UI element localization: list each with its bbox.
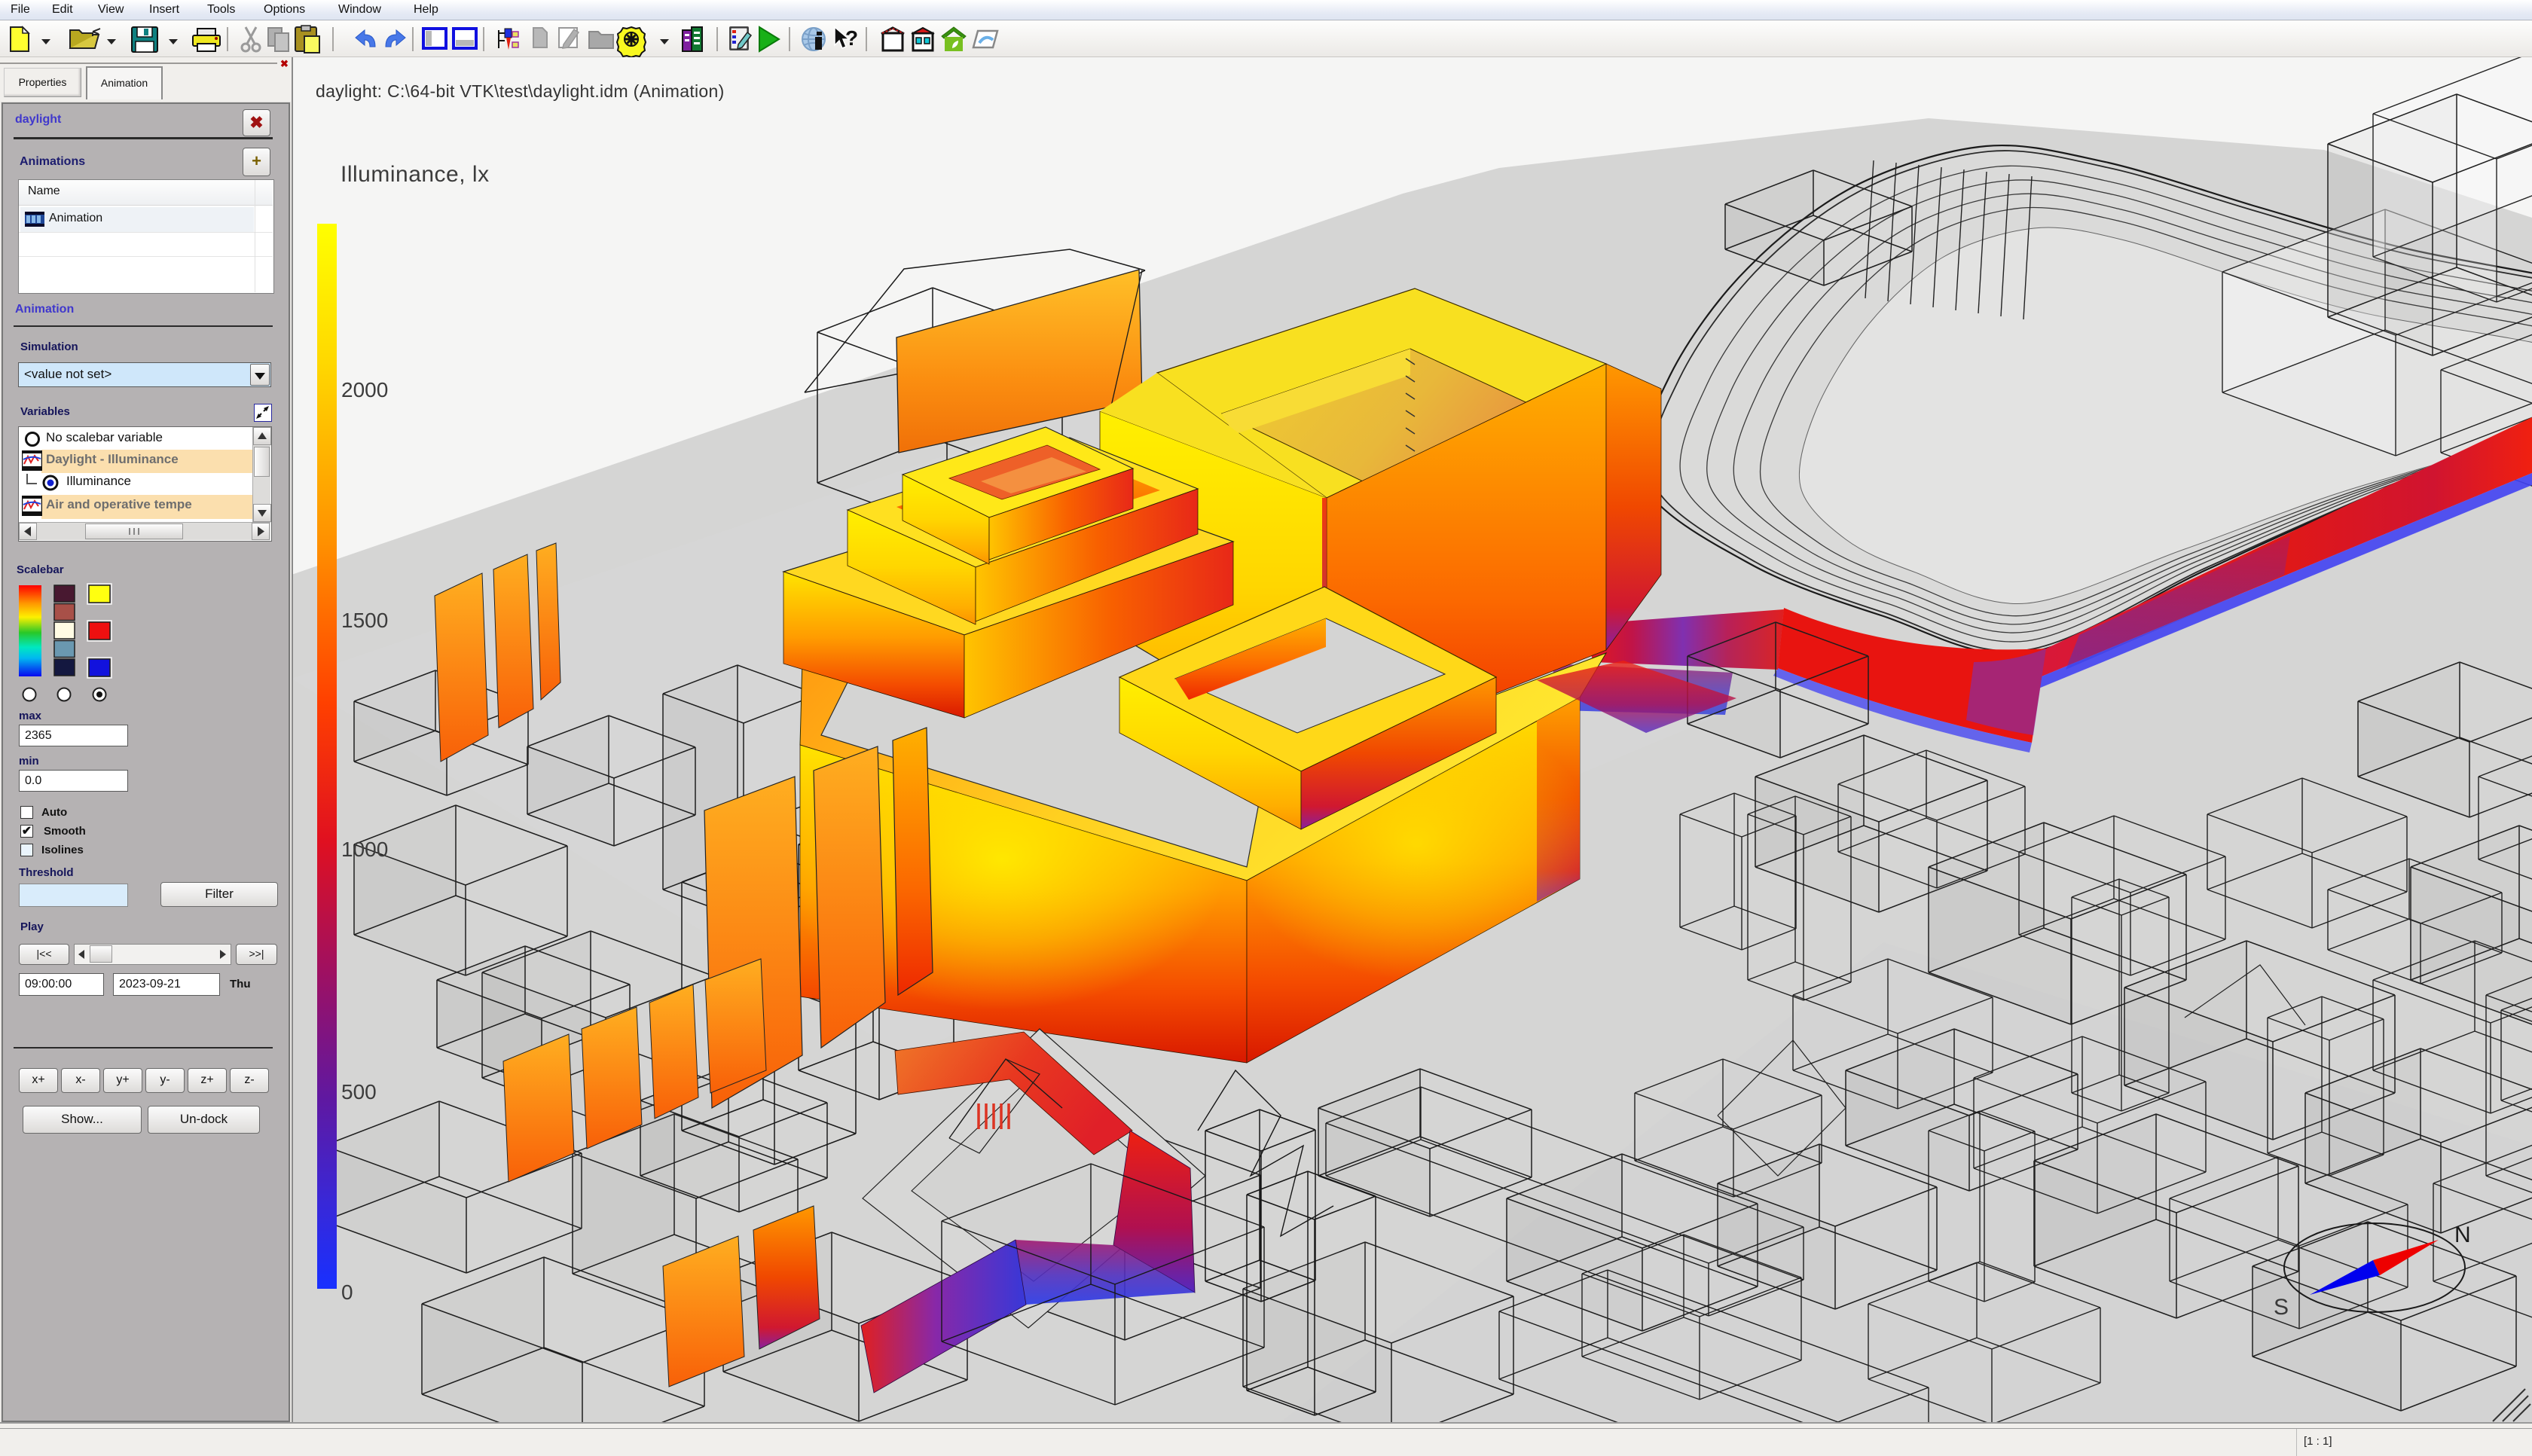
svg-text:0: 0 <box>341 1280 353 1304</box>
svg-text:1500: 1500 <box>341 609 388 632</box>
svg-text:500: 500 <box>341 1080 377 1103</box>
svg-text:1000: 1000 <box>341 838 388 861</box>
svg-text:2000: 2000 <box>341 378 388 401</box>
svg-text:Illuminance, lx: Illuminance, lx <box>341 162 490 187</box>
svg-text:daylight: C:\64-bit VTK\test\d: daylight: C:\64-bit VTK\test\daylight.id… <box>316 81 725 101</box>
svg-text:S: S <box>2274 1295 2289 1320</box>
svg-text:N: N <box>2454 1222 2471 1247</box>
svg-text:?: ? <box>845 26 858 50</box>
